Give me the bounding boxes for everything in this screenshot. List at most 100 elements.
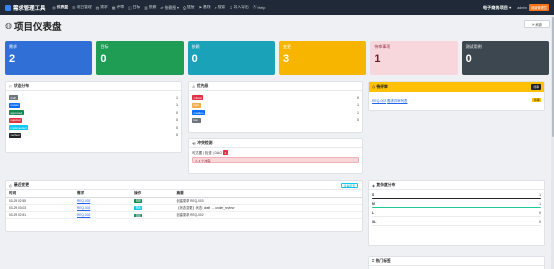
- nav-item-label: 项目管理: [76, 5, 92, 9]
- stat-card[interactable]: 待审事项 1: [370, 41, 458, 75]
- recent-changes-card: ◴ 最近变更 查看所有 时间 需求 操作 摘要 03-29 02:55 REQ-003 创…: [5, 180, 363, 232]
- req-link[interactable]: REQ-003: [77, 199, 90, 203]
- complexity-bar: [372, 197, 541, 199]
- op-badge: 创建: [134, 213, 143, 218]
- nav-icon: ⎙: [182, 5, 187, 10]
- nav-item-label: 依赖: [148, 5, 157, 9]
- complexity-item: L0: [369, 211, 544, 217]
- stat-card[interactable]: 变更 3: [278, 41, 367, 75]
- pending-item-title[interactable]: 需求评审列表: [387, 99, 407, 103]
- req-link[interactable]: REQ-002: [77, 213, 90, 217]
- nav-icon: ↧: [229, 6, 233, 10]
- nav-item-4[interactable]: ◫ 目标: [128, 5, 140, 10]
- brand[interactable]: 需求管理工具: [5, 4, 45, 12]
- complexity-item: S1: [369, 193, 544, 199]
- flag-icon: ⚐: [9, 84, 13, 89]
- stat-card[interactable]: 依赖 0: [187, 41, 275, 75]
- status-row: implemented 0: [9, 124, 178, 132]
- priority-header: ⚠ 优先级: [189, 82, 362, 91]
- nav-item-8[interactable]: ⚑ 基线: [199, 5, 211, 10]
- conflict-alert[interactable]: ⚠ 1 个冲突: [192, 157, 359, 163]
- priority-count: 0: [357, 95, 359, 100]
- pending-review-header: ◷ 待评审 待审: [369, 82, 544, 92]
- cell-op: 创建: [131, 211, 174, 220]
- complexity-bar: [372, 206, 541, 208]
- stat-label: 目标: [100, 44, 109, 49]
- complexity-count: 1: [539, 201, 541, 206]
- pending-item-text: REQ-002 需求评审列表: [372, 98, 407, 103]
- pending-review-title: ◷ 待评审: [372, 84, 388, 90]
- stat-label: 需求: [9, 44, 17, 49]
- pending-item-link[interactable]: REQ-002: [372, 99, 386, 103]
- complexity-label: M: [372, 201, 375, 206]
- complexity-title: 复杂度分布: [376, 182, 396, 187]
- scrollbar-thumb[interactable]: [551, 17, 554, 137]
- cell-op: 创建: [131, 197, 174, 205]
- nav-item-3[interactable]: ▦ 评审: [112, 5, 124, 10]
- table-row[interactable]: 03-29 02:55 REQ-003 创建 创建需求 REQ-003: [6, 197, 362, 205]
- status-list: draft 1 review 1 approved 0 rejected 0 implement…: [6, 91, 181, 139]
- status-count: 0: [176, 110, 178, 115]
- nav-item-5[interactable]: ▥ 依赖: [144, 5, 156, 10]
- nav-icon: ⚑: [198, 6, 203, 10]
- complexity-bar-fill: [372, 206, 541, 208]
- stat-label: 依赖: [191, 44, 200, 49]
- complexity-row: S1: [372, 193, 541, 197]
- project-selector[interactable]: 电子商务项目 ▾: [483, 5, 511, 11]
- nav-item-1[interactable]: ☰ 项目管理: [72, 5, 92, 10]
- nav-item-label: 仪表盘: [56, 5, 69, 9]
- complexity-label: S: [372, 192, 375, 197]
- stat-card[interactable]: 需求 2: [5, 41, 93, 75]
- req-link[interactable]: REQ-002: [77, 206, 90, 210]
- cell-req: REQ-002: [74, 211, 132, 220]
- page-title: ◍ 项目仪表盘: [5, 18, 62, 33]
- nav-item-0[interactable]: ◎ 仪表盘: [52, 5, 68, 10]
- tags-card: ⌗ 热门标签: [368, 256, 545, 269]
- layers-icon: ◈: [372, 183, 375, 188]
- stat-card[interactable]: 目标 0: [96, 41, 184, 75]
- status-count: 0: [176, 118, 178, 123]
- nav-item-2[interactable]: ▤ 需求: [96, 5, 108, 10]
- nav-item-7[interactable]: ⎙ 链接: [183, 5, 195, 10]
- table-row[interactable]: 03-29 03:03 REQ-002 修改 【状态变更】状态: draft → un…: [6, 204, 362, 212]
- cell-time: 03-29 02:55: [6, 197, 75, 205]
- nav-item-11[interactable]: Ⓐ Help: [253, 5, 266, 10]
- status-count: 0: [176, 133, 178, 138]
- pending-item: REQ-002 需求评审列表 待审: [369, 96, 544, 104]
- nav-item-label: 搜索: [217, 5, 226, 9]
- view-all-button[interactable]: 查看所有: [340, 183, 358, 188]
- status-badge: verified: [9, 132, 22, 138]
- nav-item-label: 导入导出: [233, 5, 249, 9]
- stat-value: 3: [282, 53, 290, 65]
- status-distribution-card: ⚐ 状态分布 draft 1 review 1 approved 0 rejected 0 im…: [5, 81, 182, 153]
- pending-count-button[interactable]: 待审: [531, 84, 541, 90]
- complexity-row: L0: [372, 211, 541, 215]
- complexity-count: 1: [539, 192, 541, 197]
- pending-title-text: 待评审: [376, 85, 388, 89]
- conflict-header: ⋲ 冲突检测: [189, 139, 362, 148]
- status-row: verified 0: [9, 132, 178, 140]
- status-row: approved 0: [9, 109, 178, 117]
- table-row[interactable]: 03-29 02:51 REQ-002 创建 创建需求 REQ-002: [6, 211, 362, 220]
- nav-item-10[interactable]: ↧ 导入导出: [229, 5, 248, 10]
- complexity-header: ◈ 复杂度分布: [369, 181, 544, 190]
- status-badge: draft: [9, 95, 18, 101]
- cell-op: 修改: [131, 204, 174, 212]
- user-name[interactable]: admin: [517, 6, 527, 10]
- history-icon: ◴: [9, 183, 13, 188]
- cell-summary: 【状态变更】状态: draft → under_review: [173, 204, 362, 212]
- complexity-row: M1: [372, 202, 541, 206]
- stat-label: 变更: [282, 44, 291, 49]
- refresh-button[interactable]: ⟳ 刷新: [524, 20, 550, 28]
- stat-card[interactable]: 测试用例 0: [461, 41, 549, 75]
- complexity-bar: [372, 215, 541, 217]
- conflict-title: 冲突检测: [197, 140, 213, 145]
- pending-review-card: ◷ 待评审 待审 REQ-002 需求评审列表 待审: [368, 81, 545, 111]
- role-badge: 超级管理员: [529, 4, 549, 11]
- nav-icon: ▦: [111, 6, 116, 10]
- nav-item-9[interactable]: ⌕ 搜索: [215, 5, 226, 10]
- nav-right: 电子商务项目 ▾ admin 超级管理员: [483, 4, 549, 11]
- nav-item-6[interactable]: ⇄ 依赖图 ▾: [160, 5, 179, 11]
- column-header: 需求: [74, 190, 132, 198]
- nav-icon: ◫: [128, 6, 132, 10]
